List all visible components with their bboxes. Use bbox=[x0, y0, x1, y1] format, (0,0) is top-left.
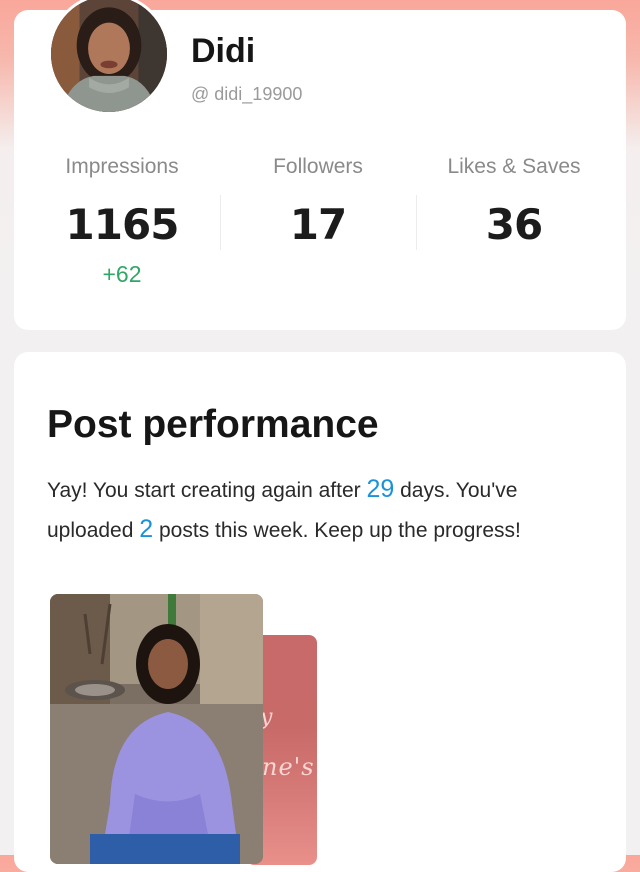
stat-delta: +62 bbox=[102, 261, 142, 287]
posts-count: 2 bbox=[139, 515, 154, 543]
performance-description: Yay! You start creating again after 29 d… bbox=[47, 470, 607, 550]
stat-value: 36 bbox=[485, 200, 543, 249]
stat-followers[interactable]: Followers 17 bbox=[220, 150, 416, 249]
description-text: Yay! You start creating again after bbox=[47, 479, 367, 502]
days-count: 29 bbox=[366, 475, 395, 503]
stat-likes-saves[interactable]: Likes & Saves 36 bbox=[416, 150, 612, 249]
stat-value: 1165 bbox=[65, 200, 180, 249]
profile-handle: @ didi_19900 bbox=[191, 84, 303, 104]
stat-label: Followers bbox=[273, 155, 363, 178]
description-text: uploaded bbox=[47, 519, 140, 542]
description-text: days. You've bbox=[394, 479, 518, 502]
stat-impressions[interactable]: Impressions 1165 +62 bbox=[24, 150, 220, 288]
thumbnail-text: ne's bbox=[262, 753, 315, 781]
avatar-image bbox=[51, 0, 167, 112]
stats-row: Impressions 1165 +62 Followers 17 Likes … bbox=[14, 150, 626, 290]
post-thumbnail-1[interactable] bbox=[50, 594, 263, 864]
stat-label: Impressions bbox=[65, 155, 179, 178]
section-title: Post performance bbox=[47, 403, 379, 446]
stat-label: Likes & Saves bbox=[447, 155, 581, 178]
profile-name: Didi bbox=[191, 32, 256, 70]
post-thumbnail-image bbox=[50, 594, 263, 864]
description-text: posts this week. Keep up the progress! bbox=[153, 519, 521, 542]
stat-value: 17 bbox=[289, 200, 347, 249]
